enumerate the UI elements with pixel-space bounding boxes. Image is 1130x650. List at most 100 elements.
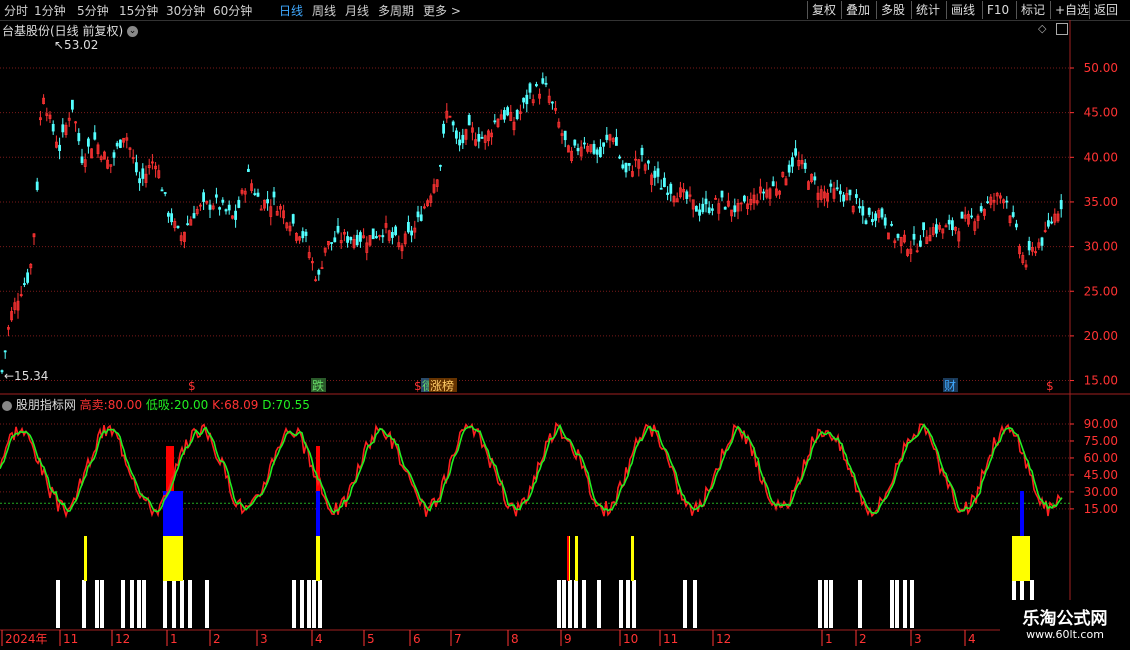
candle-body (112, 152, 116, 158)
candle-body (138, 178, 142, 184)
overlay-button[interactable]: 叠加 (841, 1, 874, 19)
oversold-bar (619, 580, 623, 628)
candle-body (867, 207, 871, 215)
candle-body (621, 164, 625, 169)
yellow-signal-bar (575, 536, 578, 581)
candle-body (947, 219, 951, 225)
candle-body (266, 199, 270, 204)
candle-body (803, 162, 807, 169)
oversold-bar (188, 580, 192, 628)
candle-body (970, 215, 973, 218)
candle-body (912, 233, 916, 240)
candle-body (723, 206, 727, 210)
time-label: 8 (511, 632, 519, 646)
d-line (0, 423, 1063, 515)
candle-body (701, 203, 705, 213)
candle-body (454, 130, 458, 139)
restore-rights-button[interactable]: 复权 (807, 1, 840, 19)
tab-fenshi[interactable]: 分时 (4, 2, 28, 19)
time-label: 1 (170, 632, 178, 646)
candle-body (919, 240, 922, 247)
draw-line-button[interactable]: 画线 (946, 1, 979, 19)
indicator-name: 股朋指标网 (15, 398, 76, 412)
oversold-bar (562, 580, 566, 628)
oversold-bar (137, 580, 141, 628)
tab-1min[interactable]: 1分钟 (34, 2, 66, 19)
candle-body (202, 192, 206, 202)
candle-body (1040, 237, 1044, 246)
candle-body (733, 205, 737, 213)
indicator-header: 股朋指标网 高卖:80.00 低吸:20.00 K:68.09 D:70.55 (2, 396, 310, 413)
candle-body (544, 82, 548, 85)
tab-more[interactable]: 更多 > (423, 2, 461, 19)
indicator-tick-label: 30.00 (1084, 485, 1118, 499)
candle-body (551, 101, 554, 104)
tab-weekly[interactable]: 周线 (312, 2, 336, 19)
candle-body (134, 162, 138, 173)
oversold-bar (56, 580, 60, 628)
f10-button[interactable]: F10 (982, 1, 1013, 19)
red-signal-bar (567, 536, 569, 581)
candle-body (26, 272, 30, 283)
oversold-bar (693, 580, 697, 628)
candle-body (304, 231, 308, 236)
oversold-bar (895, 580, 899, 628)
candle-body (256, 192, 260, 197)
candle-body (61, 124, 65, 133)
high-price-label: ↖53.02 (54, 38, 98, 52)
candle-body (35, 181, 39, 191)
candle-body (858, 206, 861, 209)
candle-body (160, 189, 164, 192)
indicator-tick-label: 60.00 (1084, 451, 1118, 465)
candle-body (330, 242, 334, 244)
candle-body (358, 232, 362, 242)
tab-15min[interactable]: 15分钟 (119, 2, 158, 19)
multi-stock-button[interactable]: 多股 (876, 1, 909, 19)
mark-button[interactable]: 标记 (1016, 1, 1049, 19)
tab-60min[interactable]: 60分钟 (213, 2, 252, 19)
back-button[interactable]: 返回 (1089, 1, 1122, 19)
statistics-button[interactable]: 统计 (911, 1, 944, 19)
candle-body (627, 163, 631, 166)
low-buy-value: 20.00 (173, 398, 209, 412)
candle-body (743, 195, 746, 202)
oversold-bar (632, 580, 636, 628)
oversold-bar (95, 580, 99, 628)
indicator-tick-label: 75.00 (1084, 434, 1118, 448)
time-label: 2 (213, 632, 221, 646)
tab-5min[interactable]: 5分钟 (77, 2, 109, 19)
candle-body (234, 210, 238, 220)
high-sell-label: 高卖: (79, 398, 108, 412)
candle-body (663, 177, 666, 188)
time-label: 3 (914, 632, 922, 646)
candle-body (301, 231, 305, 239)
candle-body (669, 183, 673, 194)
oversold-bar (292, 580, 296, 628)
candle-body (390, 231, 394, 238)
k-line (0, 421, 1063, 519)
candle-body (787, 164, 791, 173)
candle-body (813, 176, 817, 181)
oversold-bar (100, 580, 104, 628)
settings-icon[interactable] (2, 400, 12, 411)
tab-daily[interactable]: 日线 (279, 2, 303, 19)
candle-body (1015, 223, 1018, 228)
tab-monthly[interactable]: 月线 (345, 2, 369, 19)
candle-body (592, 143, 596, 154)
event-marker: $ (1046, 379, 1054, 393)
candle-body (541, 78, 545, 84)
candle-body (467, 114, 471, 126)
candle-body (141, 168, 145, 179)
candle-body (1005, 200, 1009, 203)
tab-multi-period[interactable]: 多周期 (378, 2, 414, 19)
candle-body (186, 223, 190, 226)
add-watchlist-button[interactable]: +自选 (1050, 1, 1093, 19)
candle-body (253, 193, 257, 195)
candle-body (438, 164, 442, 167)
candle-body (163, 192, 167, 194)
candle-body (848, 189, 852, 196)
tab-30min[interactable]: 30分钟 (166, 2, 205, 19)
candle-body (704, 198, 708, 205)
candle-body (698, 209, 701, 216)
candle-body (890, 223, 893, 226)
